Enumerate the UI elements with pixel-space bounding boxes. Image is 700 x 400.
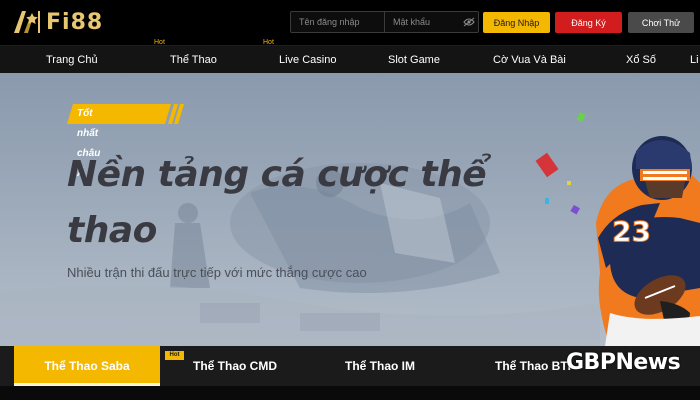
tab-label: Thể Thao BTI — [495, 359, 571, 373]
register-button[interactable]: Đăng Ký — [555, 12, 622, 33]
nav-item-label: Live Casino — [279, 54, 337, 66]
nav-item-sports[interactable]: Hot Thể Thao — [154, 39, 217, 74]
hero-badge-label: Tốt nhất châu Á — [77, 108, 101, 179]
tab-im[interactable]: Thể Thao IM — [330, 346, 430, 386]
bottom-strip — [0, 386, 700, 400]
hero-title: Nền tảng cá cược thể thao — [67, 154, 487, 251]
nav-item-home[interactable]: Trang Chủ — [46, 46, 98, 74]
top-bar: Fi88 Đăng Nhập Đăng Ký Chơi Thử — [0, 0, 700, 45]
watermark: GBPNews — [566, 350, 681, 375]
login-button[interactable]: Đăng Nhập — [483, 12, 550, 33]
tab-label: Thể Thao IM — [345, 359, 415, 373]
trial-button[interactable]: Chơi Thử — [628, 12, 694, 33]
nav-item-label: Li — [690, 54, 699, 66]
nav-item-label: Thể Thao — [170, 54, 217, 66]
logo-text: Fi88 — [46, 9, 104, 35]
hot-label: Hot — [263, 39, 274, 46]
tab-label: Thể Thao CMD — [193, 359, 277, 373]
login-form — [290, 11, 479, 33]
nav-item-label: Slot Game — [388, 54, 440, 66]
hero-banner[interactable]: 23 Tốt nhất châu Á Nền tảng cá cược thể … — [0, 73, 700, 346]
nav-item-label: Cờ Vua Và Bài — [493, 54, 566, 66]
nav-item-label: Trang Chủ — [46, 54, 98, 66]
jersey-number: 23 — [612, 215, 651, 248]
nav-item-label: Xổ Số — [626, 54, 656, 66]
tab-saba[interactable]: Thể Thao Saba — [14, 346, 160, 386]
logo[interactable]: Fi88 — [10, 6, 103, 38]
eye-icon[interactable] — [460, 12, 478, 32]
nav-item-slot-game[interactable]: Slot Game — [388, 46, 440, 74]
main-nav: Trang Chủ Hot Thể Thao Hot Live Casino S… — [0, 39, 700, 74]
hero-subtitle: Nhiều trận thi đấu trực tiếp với mức thắ… — [67, 265, 367, 280]
password-input[interactable] — [385, 12, 460, 32]
tab-cmd[interactable]: Thể Thao CMD — [178, 346, 292, 386]
football-player-image: 23 — [596, 136, 700, 346]
nav-item-card-games[interactable]: Cờ Vua Và Bài — [493, 46, 566, 74]
nav-item-lottery[interactable]: Xổ Số — [626, 46, 656, 74]
logo-mark-icon — [14, 11, 40, 33]
nav-item-live-casino[interactable]: Hot Live Casino — [263, 39, 337, 74]
tab-label: Thể Thao Saba — [44, 359, 130, 373]
username-input[interactable] — [291, 12, 385, 32]
nav-item-more[interactable]: Li — [690, 46, 699, 74]
hot-label: Hot — [154, 39, 165, 46]
